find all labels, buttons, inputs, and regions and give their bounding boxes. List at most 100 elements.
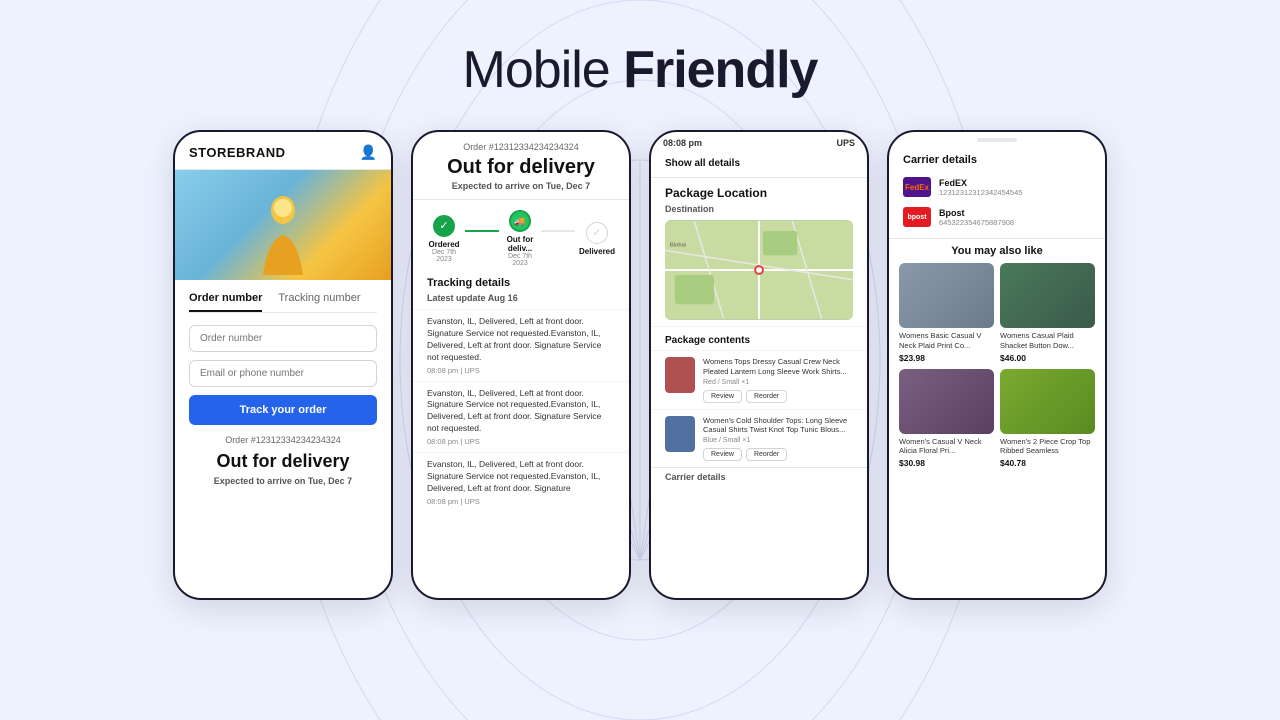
fedex-carrier: FedEx FedEX 12312312312342454545 (889, 172, 1105, 202)
item-2-actions: Review Reorder (703, 448, 853, 461)
pkg-location-title: Package Location (651, 178, 867, 204)
product-3-price: $30.98 (899, 458, 994, 468)
map-container: Binhai (665, 220, 853, 320)
event-3-text: Evanston, IL, Delivered, Left at front d… (427, 459, 615, 495)
phone4-pill (889, 132, 1105, 144)
item-2-review-btn[interactable]: Review (703, 448, 742, 461)
step-delivery-date: Dec 7th 2023 (503, 253, 537, 267)
phone-1-store: STOREBRAND 👤 Order number Tracking numbe… (173, 130, 393, 600)
bpost-logo: bpost (903, 207, 931, 227)
latest-update: Latest update Aug 16 (413, 293, 629, 303)
phone2-expected: Expected to arrive on Tue, Dec 7 (427, 181, 615, 191)
tab-order-number[interactable]: Order number (189, 292, 262, 312)
phone1-expected: Expected to arrive on Tue, Dec 7 (189, 476, 377, 486)
header-bold: Friendly (623, 41, 817, 99)
item-1-img (665, 357, 695, 393)
product-1-img (899, 263, 994, 328)
fedex-name: FedEX (939, 178, 1022, 188)
email-phone-input[interactable] (189, 360, 377, 387)
store-logo: STOREBRAND (189, 145, 286, 160)
event-1-meta: 08:08 pm | UPS (427, 366, 615, 375)
progress-line-2 (541, 230, 575, 232)
step-delivered-label: Delivered (579, 247, 615, 256)
product-4-name: Women's 2 Piece Crop Top Ribbed Seamless (1000, 437, 1095, 457)
phone-3-map: 08:08 pm UPS Show all details Package Lo… (649, 130, 869, 600)
step-delivered: ✓ Delivered (579, 222, 615, 256)
product-2-name: Womens Casual Plaid Shacket Button Dow..… (1000, 331, 1095, 351)
tracking-event-1: Evanston, IL, Delivered, Left at front d… (413, 309, 629, 381)
item-1-actions: Review Reorder (703, 390, 853, 403)
divider (889, 238, 1105, 239)
phone2-order-label: Order #12312334234234324 (427, 142, 615, 152)
item-2-info: Women's Cold Shoulder Tops: Long Sleeve … (703, 416, 853, 462)
event-2-meta: 08:08 pm | UPS (427, 437, 615, 446)
phone-4-carrier: Carrier details FedEx FedEX 123123123123… (887, 130, 1107, 600)
progress-line-1 (465, 230, 499, 232)
phone2-title: Out for delivery (427, 156, 615, 179)
phone2-header: Order #12312334234234324 Out for deliver… (413, 132, 629, 200)
product-grid: Womens Basic Casual V Neck Plaid Print C… (889, 263, 1105, 468)
step-ordered-date: Dec 7th 2023 (427, 249, 461, 263)
fedex-logo: FedEx (903, 177, 931, 197)
tab-tracking-number[interactable]: Tracking number (278, 292, 360, 312)
phone1-content: Order number Tracking number Track your … (175, 280, 391, 498)
item-1-review-btn[interactable]: Review (703, 390, 742, 403)
item-1-name: Womens Tops Dressy Casual Crew Neck Plea… (703, 357, 853, 377)
track-order-button[interactable]: Track your order (189, 395, 377, 425)
phone-2-delivery: Order #12312334234234324 Out for deliver… (411, 130, 631, 600)
user-icon: 👤 (360, 144, 377, 161)
tracking-details-label: Tracking details (413, 277, 629, 289)
product-1: Womens Basic Casual V Neck Plaid Print C… (899, 263, 994, 363)
carrier-details-label: Carrier details (651, 467, 867, 486)
phone3-carrier-bar: UPS (836, 138, 855, 148)
product-4-price: $40.78 (1000, 458, 1095, 468)
item-2-name: Women's Cold Shoulder Tops: Long Sleeve … (703, 416, 853, 436)
step-out-delivery: 🚚 Out for deliv... Dec 7th 2023 (503, 210, 537, 267)
phones-showcase: STOREBRAND 👤 Order number Tracking numbe… (173, 130, 1107, 600)
phone1-order-number: Order #12312334234234324 (189, 435, 377, 445)
step-ordered: ✓ Ordered Dec 7th 2023 (427, 215, 461, 263)
product-2: Womens Casual Plaid Shacket Button Dow..… (1000, 263, 1095, 363)
product-4: Women's 2 Piece Crop Top Ribbed Seamless… (1000, 369, 1095, 469)
item-1-info: Womens Tops Dressy Casual Crew Neck Plea… (703, 357, 853, 403)
destination-label: Destination (651, 204, 867, 220)
map-svg: Binhai (665, 220, 853, 320)
pkg-item-1: Womens Tops Dressy Casual Crew Neck Plea… (651, 350, 867, 409)
show-all-details[interactable]: Show all details (651, 152, 867, 178)
page-header: Mobile Friendly (463, 40, 818, 100)
tracking-event-3: Evanston, IL, Delivered, Left at front d… (413, 452, 629, 512)
phone1-status: Out for delivery (189, 451, 377, 472)
product-4-img (1000, 369, 1095, 434)
bpost-info: Bpost 645322354675887908 (939, 208, 1014, 227)
fedex-tracking: 12312312312342454545 (939, 188, 1022, 197)
phone3-status-bar: 08:08 pm UPS (651, 132, 867, 152)
product-3-name: Women's Casual V Neck Alicia Floral Pri.… (899, 437, 994, 457)
fedex-info: FedEX 12312312312342454545 (939, 178, 1022, 197)
you-may-like-title: You may also like (889, 245, 1105, 257)
order-number-input[interactable] (189, 325, 377, 352)
bpost-carrier: bpost Bpost 645322354675887908 (889, 202, 1105, 232)
event-2-text: Evanston, IL, Delivered, Left at front d… (427, 388, 615, 436)
phone3-time: 08:08 pm (663, 138, 702, 148)
item-2-variant: Blue / Small ×1 (703, 437, 853, 444)
bpost-name: Bpost (939, 208, 1014, 218)
step-ordered-label: Ordered (428, 240, 459, 249)
step-delivered-icon: ✓ (586, 222, 608, 244)
product-1-name: Womens Basic Casual V Neck Plaid Print C… (899, 331, 994, 351)
bpost-tracking: 645322354675887908 (939, 218, 1014, 227)
svg-text:Binhai: Binhai (670, 243, 686, 249)
drag-handle (977, 138, 1017, 142)
product-2-img (1000, 263, 1095, 328)
item-1-variant: Red / Small ×1 (703, 379, 853, 386)
step-delivery-label: Out for deliv... (503, 235, 537, 253)
event-3-meta: 08:08 pm | UPS (427, 497, 615, 506)
item-2-reorder-btn[interactable]: Reorder (746, 448, 787, 461)
tracking-event-2: Evanston, IL, Delivered, Left at front d… (413, 381, 629, 453)
product-3: Women's Casual V Neck Alicia Floral Pri.… (899, 369, 994, 469)
step-ordered-icon: ✓ (433, 215, 455, 237)
phone1-header: STOREBRAND 👤 (175, 132, 391, 170)
hero-image (175, 170, 391, 280)
item-2-img (665, 416, 695, 452)
carrier-title: Carrier details (889, 144, 1105, 172)
item-1-reorder-btn[interactable]: Reorder (746, 390, 787, 403)
